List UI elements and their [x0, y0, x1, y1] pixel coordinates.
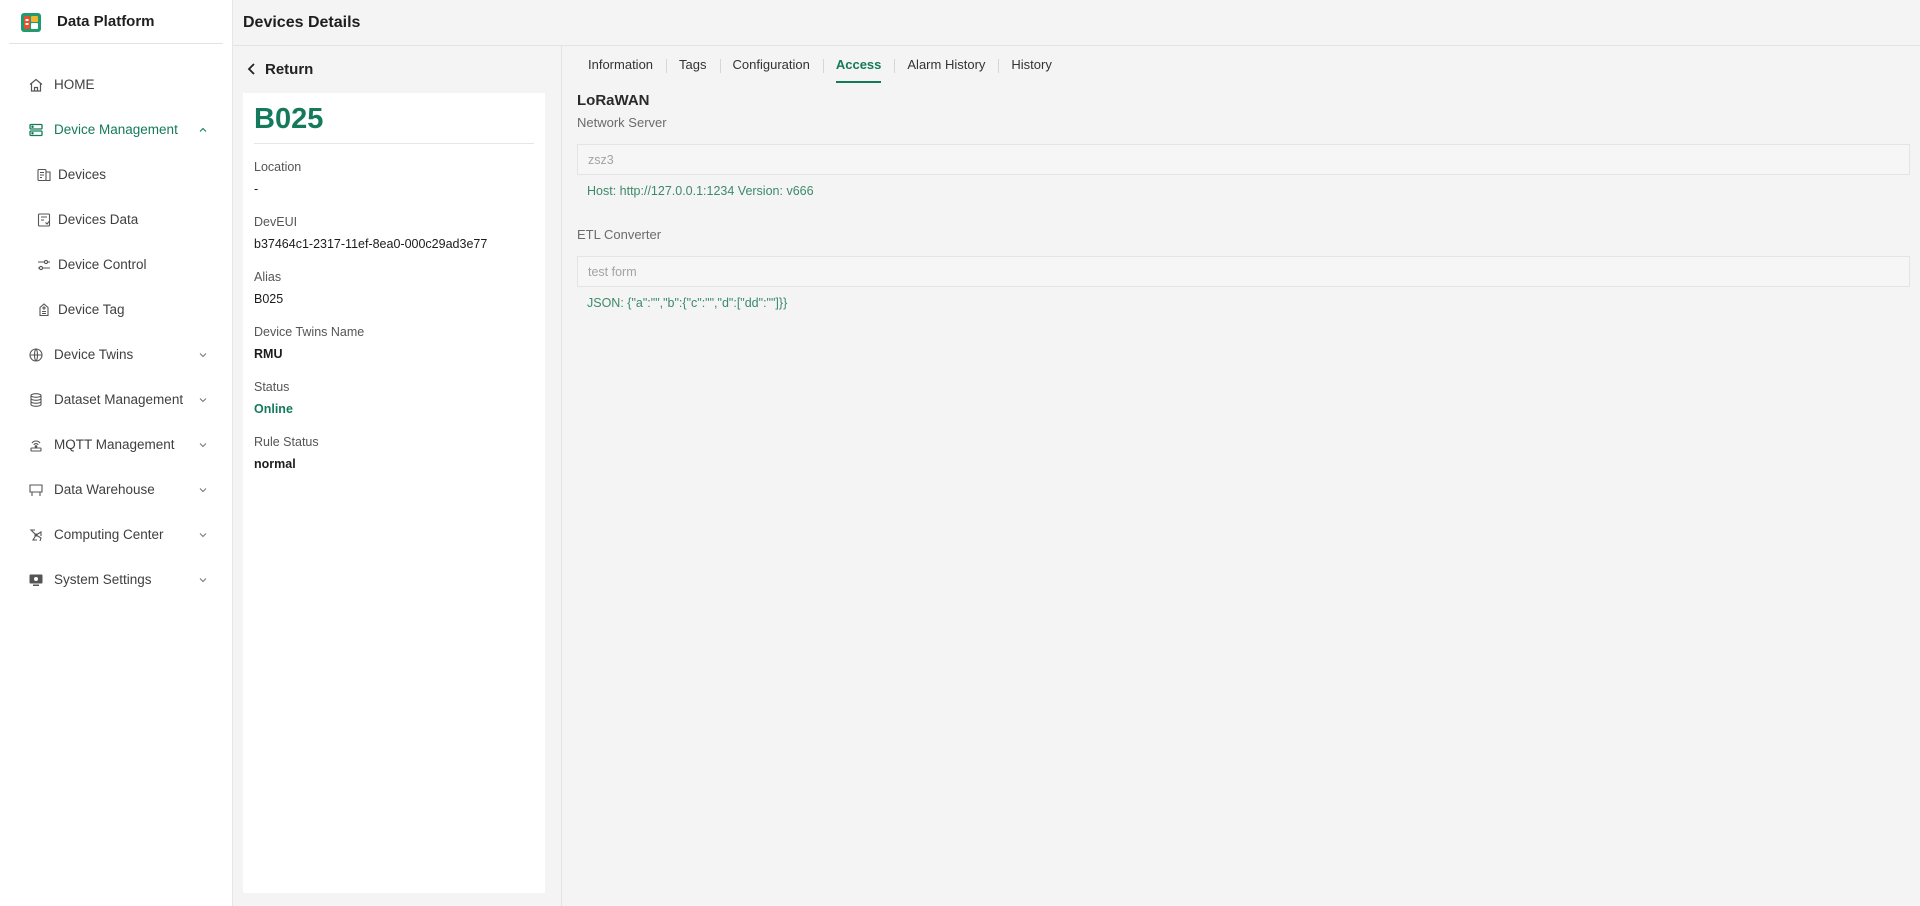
etl-converter-input[interactable] [577, 256, 1910, 287]
sidebar-item-label: MQTT Management [54, 437, 175, 452]
sidebar-item-label: HOME [54, 77, 95, 92]
sidebar-item-label: Devices [58, 167, 107, 182]
platform-name: Data Platform [57, 13, 155, 30]
device-detail-card: B025 Location - DevEUI b37464c1-2317-11e… [243, 93, 545, 893]
field-value: RMU [254, 347, 283, 361]
tab-tags[interactable]: Tags [666, 48, 719, 83]
sidebar-item-devices-data[interactable]: Devices Data [0, 197, 232, 242]
chevron-up-icon [198, 125, 208, 135]
compute-icon [27, 526, 44, 543]
field-device-twins-name: Device Twins Name RMU [254, 325, 534, 364]
chevron-down-icon [198, 350, 208, 360]
tab-access[interactable]: Access [822, 48, 895, 83]
access-panel: LoRaWAN Network Server Host: http://127.… [577, 92, 1910, 312]
network-server-hint: Host: http://127.0.0.1:1234 Version: v66… [587, 184, 814, 198]
field-label: Location [254, 160, 302, 174]
page-header: Devices Details [233, 0, 1920, 46]
field-value: b37464c1-2317-11ef-8ea0-000c29ad3e77 [254, 237, 488, 251]
sidebar-item-device-management[interactable]: Device Management [0, 107, 232, 152]
server-icon [27, 121, 44, 138]
tab-information[interactable]: Information [575, 48, 666, 83]
return-label: Return [265, 60, 314, 78]
sidebar-menu: HOME Device Management Devices Devices D… [0, 62, 232, 602]
etl-converter-hint: JSON: {"a":"","b":{"c":"","d":["dd":""]}… [587, 296, 788, 310]
etl-converter-label: ETL Converter [577, 227, 662, 242]
status-value: Online [254, 402, 293, 416]
sidebar-item-label: Computing Center [54, 527, 164, 542]
sidebar-item-label: Data Warehouse [54, 482, 155, 497]
page-title: Devices Details [243, 13, 361, 31]
sidebar-item-data-warehouse[interactable]: Data Warehouse [0, 467, 232, 512]
sidebar: Data Platform HOME Device Management Dev… [0, 0, 233, 906]
sidebar-item-label: System Settings [54, 572, 152, 587]
chevron-down-icon [198, 440, 208, 450]
chevron-down-icon [198, 485, 208, 495]
field-value: B025 [254, 292, 284, 306]
field-label: Rule Status [254, 435, 319, 449]
tab-configuration[interactable]: Configuration [719, 48, 823, 83]
sidebar-item-mqtt-management[interactable]: MQTT Management [0, 422, 232, 467]
sidebar-item-device-control[interactable]: Device Control [0, 242, 232, 287]
sidebar-item-device-twins[interactable]: Device Twins [0, 332, 232, 377]
warehouse-icon [27, 481, 44, 498]
sidebar-item-label: Dataset Management [54, 392, 184, 407]
broadcast-icon [27, 436, 44, 453]
active-tab-indicator [835, 81, 882, 83]
section-title: LoRaWAN [577, 92, 650, 109]
field-status: Status Online [254, 380, 534, 419]
field-value: normal [254, 457, 296, 471]
home-icon [27, 76, 44, 93]
column-divider [561, 46, 562, 906]
data-sheet-icon [35, 211, 52, 228]
detail-tabs: Information Tags Configuration Access Al… [575, 48, 1065, 83]
field-label: Alias [254, 270, 282, 284]
tab-history[interactable]: History [998, 48, 1064, 83]
database-icon [27, 391, 44, 408]
network-server-label: Network Server [577, 115, 667, 130]
field-label: Status [254, 380, 290, 394]
sidebar-item-device-tag[interactable]: Device Tag [0, 287, 232, 332]
field-label: Device Twins Name [254, 325, 365, 339]
brand[interactable]: Data Platform [9, 0, 223, 44]
network-server-input[interactable] [577, 144, 1910, 175]
sidebar-item-label: Device Control [58, 257, 147, 272]
return-button[interactable]: Return [245, 58, 313, 80]
chevron-down-icon [198, 575, 208, 585]
sliders-icon [35, 256, 52, 273]
field-value: - [254, 182, 259, 196]
chevron-down-icon [198, 530, 208, 540]
sidebar-item-dataset-management[interactable]: Dataset Management [0, 377, 232, 422]
sidebar-item-system-settings[interactable]: System Settings [0, 557, 232, 602]
sidebar-item-label: Device Twins [54, 347, 134, 362]
platform-logo-icon [19, 10, 43, 34]
sidebar-item-computing-center[interactable]: Computing Center [0, 512, 232, 557]
tag-icon [35, 301, 52, 318]
sidebar-item-label: Device Management [54, 122, 178, 137]
twins-icon [27, 346, 44, 363]
device-name: B025 [254, 93, 534, 144]
sidebar-item-label: Devices Data [58, 212, 139, 227]
tab-label: Tags [679, 57, 707, 72]
field-alias: Alias B025 [254, 270, 534, 309]
tab-label: Access [835, 57, 882, 72]
devices-icon [35, 166, 52, 183]
sidebar-item-devices[interactable]: Devices [0, 152, 232, 197]
tab-label: Alarm History [907, 57, 986, 72]
monitor-icon [27, 571, 44, 588]
field-location: Location - [254, 160, 534, 199]
tab-label: Configuration [732, 57, 810, 72]
chevron-left-icon [245, 62, 259, 76]
field-deveui: DevEUI b37464c1-2317-11ef-8ea0-000c29ad3… [254, 215, 534, 254]
tab-alarm-history[interactable]: Alarm History [894, 48, 998, 83]
field-label: DevEUI [254, 215, 298, 229]
tab-label: History [1011, 57, 1052, 72]
tab-label: Information [588, 57, 654, 72]
sidebar-item-label: Device Tag [58, 302, 125, 317]
chevron-down-icon [198, 395, 208, 405]
field-rule-status: Rule Status normal [254, 435, 534, 474]
sidebar-item-home[interactable]: HOME [0, 62, 232, 107]
